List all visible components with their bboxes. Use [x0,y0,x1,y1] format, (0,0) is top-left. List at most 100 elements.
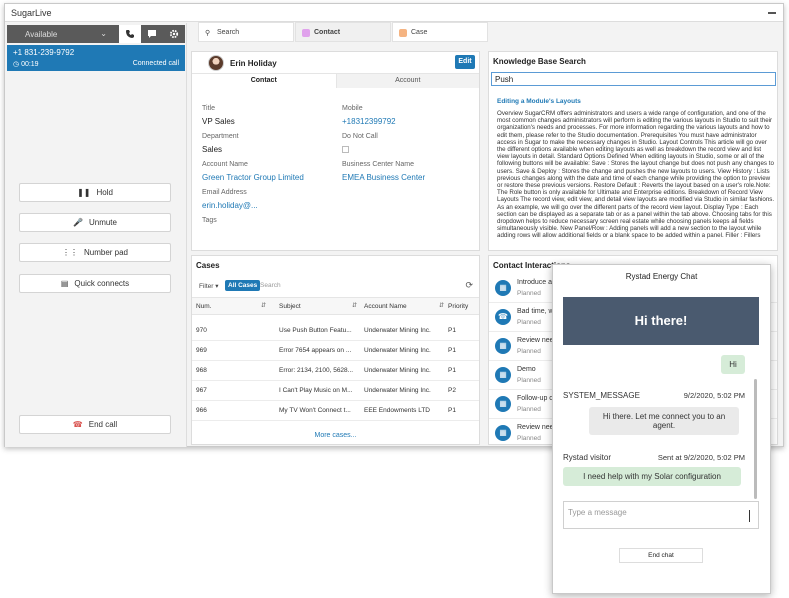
message-bubble: Hi there. Let me connect you to an agent… [589,407,739,435]
col-priority[interactable]: Priority [448,303,478,310]
active-call-card[interactable]: +1 831-239-9792 ◷ 00:19 Connected call [7,45,185,71]
quick-connects-button[interactable]: ▤ Quick connects [19,274,171,293]
tab-search[interactable]: ⚲ Search [198,22,294,42]
contact-panel: Erin Holiday Edit Contact Account Title … [191,51,480,251]
email-link[interactable]: erin.holiday@... [202,201,258,210]
caller-number: +1 831-239-9792 [13,48,75,57]
case-subject[interactable]: Error: 2134, 2100, 5628... [279,367,359,374]
case-priority: P2 [448,387,456,394]
edit-button[interactable]: Edit [455,55,475,69]
do-not-call-checkbox[interactable] [342,146,349,153]
chat-transcript[interactable]: Hi SYSTEM_MESSAGE 9/2/2020, 5:02 PM Hi t… [563,347,759,495]
message-sender: SYSTEM_MESSAGE [563,391,640,400]
table-row[interactable]: 970 Use Push Button Featu... Underwater … [192,321,479,341]
interaction-status: Planned [517,406,541,413]
status-bar: Available ⌄ [7,25,185,43]
pause-icon: ❚❚ [77,188,91,197]
cases-search-input[interactable]: Search [260,282,281,289]
case-account: EEE Endowments LTD [364,407,430,414]
gear-icon[interactable] [163,25,185,43]
end-call-button[interactable]: ☎ End call [19,415,171,434]
unmute-button[interactable]: 🎤 Unmute [19,213,171,232]
chat-message-input[interactable]: Type a message [563,501,759,529]
caret-down-icon: ▾ [215,283,219,290]
tags-label: Tags [202,217,217,224]
phone-tab-icon[interactable] [119,25,141,43]
contact-header: Erin Holiday Edit [192,52,479,74]
case-priority: P1 [448,367,456,374]
case-account: Underwater Mining Inc. [364,367,431,374]
case-priority: P1 [448,407,456,414]
message-time: Sent at 9/2/2020, 5:02 PM [657,453,745,462]
case-num: 966 [196,407,207,414]
kb-title: Knowledge Base Search [493,57,586,66]
chat-scrollbar[interactable] [754,379,757,499]
calendar-icon: ▦ [495,338,511,354]
call-status: Connected call [132,60,179,67]
title-label: Title [202,105,215,112]
interaction-title[interactable]: Demo [517,366,536,373]
case-account: Underwater Mining Inc. [364,387,431,394]
tab-contact-label: Contact [314,29,341,36]
table-row[interactable]: 967 I Can't Play Music on M... Underwate… [192,381,479,401]
interaction-status: Planned [517,435,541,442]
availability-select[interactable]: Available ⌄ [7,25,117,43]
case-subject[interactable]: Use Push Button Featu... [279,327,359,334]
case-num: 970 [196,327,207,334]
hold-button[interactable]: ❚❚ Hold [19,183,171,202]
end-call-label: End call [88,420,118,429]
col-num[interactable]: Num. ⇵ [196,303,266,310]
calendar-icon: ▦ [495,280,511,296]
kb-search-input[interactable]: Push [491,72,776,86]
more-cases-link[interactable]: More cases... [192,432,479,439]
calendar-icon: ▦ [495,367,511,383]
col-account[interactable]: Account Name ⇵ [364,303,444,310]
hang-up-icon: ☎ [72,420,83,429]
case-subject[interactable]: I Can't Play Music on M... [279,387,359,394]
tab-contact[interactable]: Contact [295,22,391,42]
sort-icon: ⇵ [260,303,266,309]
table-row[interactable]: 969 Error 7654 appears on ... Underwater… [192,341,479,361]
email-label: Email Address [202,189,247,196]
refresh-icon[interactable]: ⟳ [465,280,473,291]
cases-title: Cases [196,261,220,270]
number-pad-button[interactable]: ⋮⋮ Number pad [19,243,171,262]
subtab-contact[interactable]: Contact [192,74,336,88]
kb-article-link[interactable]: Editing a Module's Layouts [497,98,581,105]
table-row[interactable]: 966 My TV Won't Connect t... EEE Endowme… [192,401,479,421]
sort-icon: ⇵ [351,303,357,309]
knowledge-base-panel: Knowledge Base Search Push Editing a Mod… [488,51,778,251]
chat-title: Rystad Energy Chat [625,272,698,281]
avatar [208,55,224,71]
hold-label: Hold [96,188,113,197]
business-center-link[interactable]: EMEA Business Center [342,173,425,182]
case-subject[interactable]: My TV Won't Connect t... [279,407,359,414]
do-not-call-label: Do Not Call [342,133,378,140]
mobile-link[interactable]: +18312399792 [342,117,396,126]
case-subject[interactable]: Error 7654 appears on ... [279,347,359,354]
table-row[interactable]: 968 Error: 2134, 2100, 5628... Underwate… [192,361,479,381]
contact-module-icon [302,29,310,37]
col-subject[interactable]: Subject ⇵ [279,303,357,310]
contact-name: Erin Holiday [230,59,277,68]
end-chat-button[interactable]: End chat [619,548,703,563]
subtab-account[interactable]: Account [335,74,479,88]
message-bubble: Hi [721,355,745,374]
minimize-icon[interactable] [767,6,777,16]
text-cursor [749,510,750,522]
business-center-label: Business Center Name [342,161,414,168]
interaction-status: Planned [517,290,541,297]
microphone-icon: 🎤 [73,218,83,227]
col-num-label: Num. [196,303,212,310]
filter-dropdown[interactable]: Filter ▾ [199,282,219,290]
mobile-label: Mobile [342,105,363,112]
tab-case[interactable]: Case [392,22,488,42]
account-name-link[interactable]: Green Tractor Group Limited [202,173,304,182]
case-module-icon [399,29,407,37]
case-account: Underwater Mining Inc. [364,347,431,354]
message-bubble: I need help with my Solar configuration [563,467,741,486]
phone-icon: ☎ [495,309,511,325]
chat-tab-icon[interactable] [141,25,163,43]
keypad-icon: ⋮⋮ [61,248,78,257]
all-cases-filter[interactable]: All Cases [225,280,261,291]
